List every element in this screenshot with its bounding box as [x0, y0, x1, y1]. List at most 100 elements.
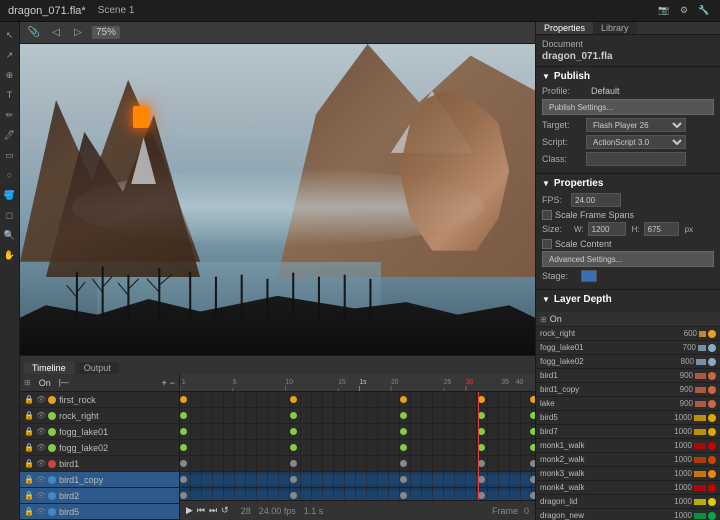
layer-lock-icon[interactable]: 🔒 — [24, 459, 34, 468]
depth-bar — [695, 373, 706, 379]
layer-eye-icon[interactable]: 👁 — [36, 411, 46, 420]
depth-row[interactable]: monk2_walk 1000 — [536, 453, 720, 467]
depth-row[interactable]: dragon_new 1000 — [536, 509, 720, 520]
stage-next[interactable]: ▷ — [70, 25, 86, 41]
layer-lock-icon[interactable]: 🔒 — [24, 443, 34, 452]
scale-frame-checkbox[interactable] — [542, 210, 552, 220]
height-input[interactable] — [644, 222, 679, 236]
depth-row[interactable]: bird1_copy 900 — [536, 383, 720, 397]
layer-eye-icon[interactable]: 👁 — [36, 443, 46, 452]
advanced-btn[interactable]: Advanced Settings... — [542, 251, 714, 267]
layer-row[interactable]: 🔒 👁 rock_right — [20, 408, 179, 424]
keyframe-dot — [478, 476, 485, 483]
class-input[interactable] — [586, 152, 686, 166]
layer-eye-icon[interactable]: 👁 — [36, 475, 46, 484]
right-tabs: Properties Library — [536, 22, 720, 35]
zoom-level[interactable]: 75% — [92, 26, 120, 39]
camera-icon[interactable]: 📷 — [656, 3, 672, 19]
add-layer-btn[interactable]: + — [161, 378, 166, 388]
layer-row[interactable]: 🔒 👁 bird1 — [20, 456, 179, 472]
layer-eye-icon[interactable]: 👁 — [36, 459, 46, 468]
layer-eye-icon[interactable]: 👁 — [36, 427, 46, 436]
depth-row[interactable]: fogg_lake01 700 — [536, 341, 720, 355]
stage-canvas — [20, 44, 535, 355]
step-forward-btn[interactable]: ⏭ — [209, 505, 217, 516]
publish-header[interactable]: ▼ Publish — [542, 71, 714, 82]
depth-row[interactable]: lake 900 — [536, 397, 720, 411]
delete-layer-btn[interactable]: − — [170, 378, 175, 388]
tab-properties[interactable]: Properties — [536, 22, 593, 34]
depth-row[interactable]: dragon_lid 1000 — [536, 495, 720, 509]
depth-item-name: bird5 — [540, 413, 625, 422]
tab-output[interactable]: Output — [76, 362, 119, 374]
bucket-tool[interactable]: 🪣 — [1, 186, 19, 204]
depth-color-indicator — [708, 456, 716, 464]
transform-tool[interactable]: ⊕ — [1, 66, 19, 84]
scale-content-checkbox[interactable] — [542, 239, 552, 249]
settings-icon[interactable]: ⚙ — [676, 3, 692, 19]
layer-row[interactable]: 🔒 👁 fogg_lake01 — [20, 424, 179, 440]
layer-lock-icon[interactable]: 🔒 — [24, 507, 34, 516]
fps-input[interactable] — [571, 193, 621, 207]
layer-eye-icon[interactable]: 👁 — [36, 507, 46, 516]
loop-btn[interactable]: ↺ — [221, 505, 229, 516]
depth-row[interactable]: rock_right 600 — [536, 327, 720, 341]
layer-depth-header[interactable]: ▼ Layer Depth — [536, 294, 720, 308]
publish-settings-btn[interactable]: Publish Settings... — [542, 99, 714, 115]
width-input[interactable] — [588, 222, 626, 236]
depth-item-name: dragon_lid — [540, 497, 625, 506]
tab-library[interactable]: Library — [593, 22, 637, 34]
depth-row[interactable]: bird7 1000 — [536, 425, 720, 439]
keyframe-dot — [400, 428, 407, 435]
depth-row[interactable]: monk4_walk 1000 — [536, 481, 720, 495]
pen-tool[interactable]: 🖊 — [1, 126, 19, 144]
layer-lock-icon[interactable]: 🔒 — [24, 475, 34, 484]
layer-row[interactable]: 🔒 👁 bird2 — [20, 488, 179, 504]
depth-item-name: monk3_walk — [540, 469, 625, 478]
clip-icon[interactable]: 📎 — [26, 25, 42, 41]
keyframe-dot — [530, 396, 535, 403]
depth-item-name: bird1 — [540, 371, 625, 380]
stage-row: Stage: — [542, 270, 714, 282]
layer-lock-icon[interactable]: 🔒 — [24, 395, 34, 404]
stage-prev[interactable]: ◁ — [48, 25, 64, 41]
layer-eye-icon[interactable]: 👁 — [36, 395, 46, 404]
props-header[interactable]: ▼ Properties — [542, 178, 714, 189]
layer-row[interactable]: 🔒 👁 first_rock — [20, 392, 179, 408]
doc-section: Document dragon_071.fla — [536, 35, 720, 67]
depth-item-value: 1000 — [652, 483, 692, 492]
pencil-tool[interactable]: ✏ — [1, 106, 19, 124]
layer-lock-icon[interactable]: 🔒 — [24, 491, 34, 500]
stage-color[interactable] — [581, 270, 597, 282]
scale-content-label: Scale Content — [555, 239, 612, 249]
tab-timeline[interactable]: Timeline — [24, 362, 74, 374]
playhead[interactable] — [478, 392, 479, 500]
layer-row[interactable]: 🔒 👁 bird5 — [20, 504, 179, 520]
hand-tool[interactable]: ✋ — [1, 246, 19, 264]
depth-row[interactable]: bird1 900 — [536, 369, 720, 383]
keyframe-dot — [530, 492, 535, 499]
subselect-tool[interactable]: ↗ — [1, 46, 19, 64]
eraser-tool[interactable]: ◻ — [1, 206, 19, 224]
on-label: ⊞ — [24, 378, 31, 387]
layer-row[interactable]: 🔒 👁 bird1_copy — [20, 472, 179, 488]
script-select[interactable]: ActionScript 3.0 — [586, 135, 686, 149]
zoom-tool[interactable]: 🔍 — [1, 226, 19, 244]
play-btn[interactable]: ▶ — [186, 505, 193, 516]
oval-tool[interactable]: ○ — [1, 166, 19, 184]
depth-row[interactable]: bird5 1000 — [536, 411, 720, 425]
layer-eye-icon[interactable]: 👁 — [36, 491, 46, 500]
text-tool[interactable]: T — [1, 86, 19, 104]
depth-row[interactable]: monk1_walk 1000 — [536, 439, 720, 453]
target-select[interactable]: Flash Player 26 — [586, 118, 686, 132]
step-back-btn[interactable]: ⏮ — [197, 505, 205, 516]
layer-lock-icon[interactable]: 🔒 — [24, 411, 34, 420]
depth-color-indicator — [708, 442, 716, 450]
depth-row[interactable]: monk3_walk 1000 — [536, 467, 720, 481]
depth-row[interactable]: fogg_lake02 800 — [536, 355, 720, 369]
select-tool[interactable]: ↖ — [1, 26, 19, 44]
rect-tool[interactable]: ▭ — [1, 146, 19, 164]
tools-icon[interactable]: 🔧 — [696, 3, 712, 19]
layer-lock-icon[interactable]: 🔒 — [24, 427, 34, 436]
layer-row[interactable]: 🔒 👁 fogg_lake02 — [20, 440, 179, 456]
